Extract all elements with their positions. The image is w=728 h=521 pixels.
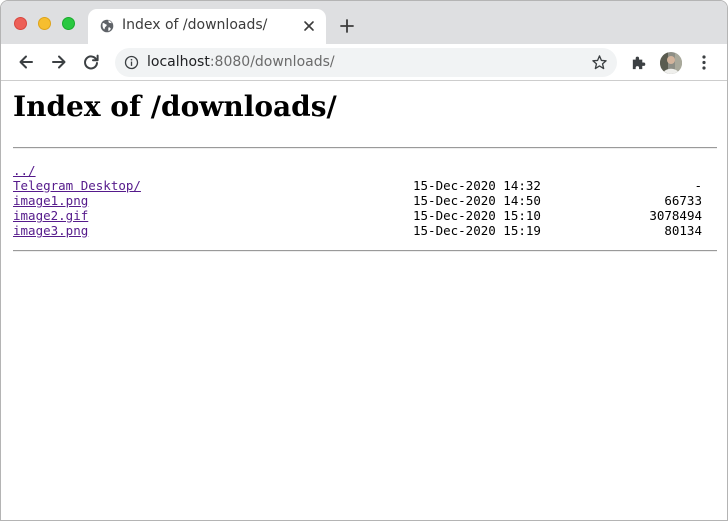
directory-listing: ../ Telegram Desktop/ 15-Dec-2020 14:32 … bbox=[13, 163, 717, 238]
divider-bottom bbox=[13, 250, 717, 252]
tab-strip: Index of /downloads/ bbox=[1, 1, 727, 44]
url-host: localhost bbox=[147, 54, 210, 70]
plus-icon[interactable] bbox=[339, 18, 355, 34]
list-item: Telegram Desktop/ 15-Dec-2020 14:32 - bbox=[13, 178, 717, 193]
info-icon[interactable] bbox=[124, 55, 139, 70]
kebab-menu-icon[interactable] bbox=[696, 54, 712, 71]
entry-date: 15-Dec-2020 14:32 bbox=[413, 178, 541, 193]
page-content: Index of /downloads/ ../ Telegram Deskto… bbox=[1, 82, 727, 520]
globe-icon bbox=[100, 19, 114, 33]
entry-date: 15-Dec-2020 15:10 bbox=[413, 208, 541, 223]
arrow-left-icon[interactable] bbox=[17, 53, 35, 71]
browser-window: Index of /downloads/ localhost:8080/down… bbox=[0, 0, 728, 521]
reload-icon[interactable] bbox=[82, 53, 100, 71]
url-path: :8080/downloads/ bbox=[209, 54, 335, 70]
list-item: image3.png 15-Dec-2020 15:19 80134 bbox=[13, 223, 717, 238]
entry-size: 80134 bbox=[664, 223, 702, 238]
entry-link-parent[interactable]: ../ bbox=[13, 163, 36, 178]
entry-size: 3078494 bbox=[649, 208, 702, 223]
window-minimize-button[interactable] bbox=[38, 17, 51, 30]
page-title: Index of /downloads/ bbox=[13, 90, 337, 123]
puzzle-icon[interactable] bbox=[630, 54, 647, 71]
address-bar[interactable]: localhost:8080/downloads/ bbox=[115, 48, 617, 77]
window-close-button[interactable] bbox=[14, 17, 27, 30]
entry-size: - bbox=[694, 178, 702, 193]
star-icon[interactable] bbox=[591, 54, 608, 71]
window-maximize-button[interactable] bbox=[62, 17, 75, 30]
toolbar: localhost:8080/downloads/ bbox=[1, 44, 727, 81]
url-text[interactable]: localhost:8080/downloads/ bbox=[147, 54, 335, 70]
entry-date: 15-Dec-2020 14:50 bbox=[413, 193, 541, 208]
entry-link-image1[interactable]: image1.png bbox=[13, 193, 88, 208]
tab-title: Index of /downloads/ bbox=[122, 17, 268, 33]
entry-link-telegram-desktop[interactable]: Telegram Desktop/ bbox=[13, 178, 141, 193]
profile-photo bbox=[660, 52, 682, 74]
entry-link-image3[interactable]: image3.png bbox=[13, 223, 88, 238]
list-item: ../ bbox=[13, 163, 717, 178]
close-icon[interactable] bbox=[302, 19, 316, 33]
arrow-right-icon[interactable] bbox=[50, 53, 68, 71]
entry-size: 66733 bbox=[664, 193, 702, 208]
avatar[interactable] bbox=[660, 52, 682, 74]
list-item: image1.png 15-Dec-2020 14:50 66733 bbox=[13, 193, 717, 208]
list-item: image2.gif 15-Dec-2020 15:10 3078494 bbox=[13, 208, 717, 223]
entry-link-image2[interactable]: image2.gif bbox=[13, 208, 88, 223]
tab-active[interactable]: Index of /downloads/ bbox=[88, 9, 326, 44]
divider-top bbox=[13, 147, 717, 149]
entry-date: 15-Dec-2020 15:19 bbox=[413, 223, 541, 238]
